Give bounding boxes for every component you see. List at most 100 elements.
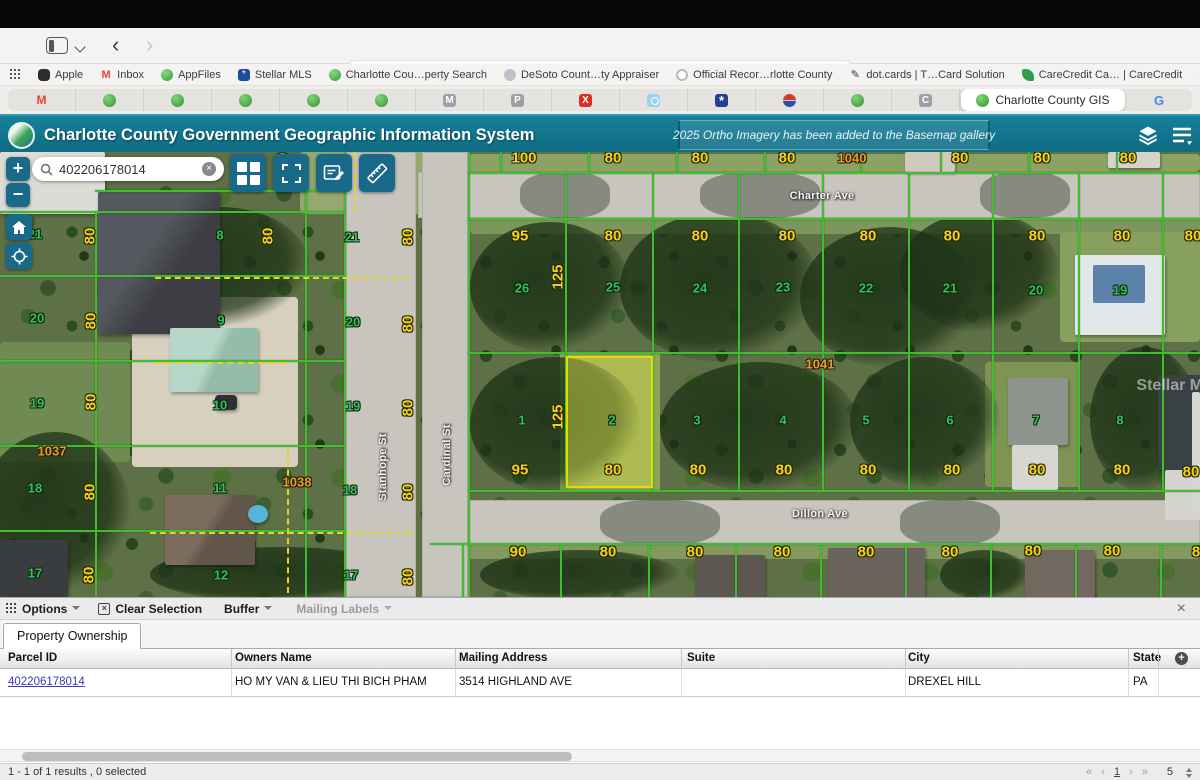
bookmark-inbox[interactable]: MInbox <box>100 69 144 81</box>
dimension-label: 80 <box>400 569 417 586</box>
forward-button[interactable]: › <box>146 31 153 59</box>
tab-favicon[interactable]: * <box>688 89 756 111</box>
bookmark-dotcards[interactable]: ✎dot.cards | T…Card Solution <box>849 69 1004 81</box>
street-label: Dillon Ave <box>792 508 848 520</box>
buffer-menu[interactable]: Buffer <box>224 602 272 616</box>
home-button[interactable] <box>6 214 32 240</box>
tab-google[interactable]: G <box>1126 89 1192 111</box>
favorites-grid-icon[interactable] <box>10 69 21 80</box>
table-row[interactable]: 402206178014 HO MY VAN & LIEU THI BICH P… <box>0 669 1200 697</box>
clear-search-icon[interactable]: × <box>202 162 216 176</box>
dimension-label: 80 <box>1104 543 1121 560</box>
bookmark-charlotte-property-search[interactable]: Charlotte Cou…perty Search <box>329 69 487 81</box>
tab-favicon[interactable]: M <box>416 89 484 111</box>
bookmark-appfiles[interactable]: AppFiles <box>161 69 221 81</box>
current-page[interactable]: 1 <box>1114 764 1120 780</box>
lot-number-label: 10 <box>213 398 227 413</box>
column-header-city[interactable]: City <box>908 649 930 669</box>
bookmark-stellar-mls[interactable]: *Stellar MLS <box>238 69 312 81</box>
dimension-label: 80 <box>1185 228 1200 245</box>
sidebar-icon[interactable] <box>46 37 68 54</box>
tab-favicon[interactable]: M <box>8 89 76 111</box>
tab-favicon[interactable] <box>212 89 280 111</box>
mailing-labels-menu[interactable]: Mailing Labels <box>296 602 392 616</box>
basemap-gallery-button[interactable] <box>230 154 266 192</box>
lot-number-label: 20 <box>1029 283 1043 298</box>
tab-favicon[interactable] <box>824 89 892 111</box>
column-header-owners-name[interactable]: Owners Name <box>235 649 312 669</box>
owners-name-cell: HO MY VAN & LIEU THI BICH PHAM <box>235 669 427 697</box>
zoom-out-button[interactable]: − <box>6 183 30 207</box>
first-page-button[interactable]: « <box>1086 764 1092 780</box>
search-icon <box>40 163 53 176</box>
options-menu[interactable]: Options <box>6 602 80 616</box>
parcel-search-input[interactable]: 402206178014 × <box>32 157 224 181</box>
tab-favicon[interactable] <box>76 89 144 111</box>
dimension-label: 80 <box>1025 543 1042 560</box>
lot-number-label: 1 <box>518 413 525 428</box>
menu-icon[interactable] <box>1170 123 1194 147</box>
pen-icon: ✎ <box>849 69 861 81</box>
page-size-value[interactable]: 5 <box>1167 764 1173 780</box>
lot-number-label: 18 <box>343 483 357 498</box>
zoom-in-button[interactable]: + <box>6 157 30 181</box>
clear-selection-button[interactable]: × Clear Selection <box>80 602 202 616</box>
street-label: Cardinal St <box>441 424 453 485</box>
map[interactable]: 100808080104080808080Charter Ave95808080… <box>0 152 1200 597</box>
block-number-label: 1038 <box>283 475 312 490</box>
tab-favicon[interactable]: C <box>892 89 960 111</box>
annotate-tool-button[interactable] <box>316 154 352 192</box>
add-column-icon[interactable]: + <box>1175 652 1188 665</box>
column-header-state[interactable]: State <box>1133 649 1161 669</box>
column-header-parcel-id[interactable]: Parcel ID <box>8 649 57 669</box>
tab-favicon[interactable] <box>280 89 348 111</box>
globe-icon <box>329 69 341 81</box>
dimension-label: 80 <box>687 544 704 561</box>
tab-favicon[interactable] <box>620 89 688 111</box>
chevron-down-icon[interactable] <box>74 41 85 52</box>
back-button[interactable]: ‹ <box>112 31 119 59</box>
gray-icon: C <box>919 94 932 107</box>
dimension-label: 8 <box>1192 544 1200 561</box>
dimension-label: 80 <box>776 462 793 479</box>
lot-number-label: 20 <box>30 311 44 326</box>
tab-favicon[interactable] <box>144 89 212 111</box>
marquee-select-icon <box>282 164 301 183</box>
prev-page-button[interactable]: ‹ <box>1101 764 1105 780</box>
gmail-icon: M <box>35 94 48 107</box>
tab-favicon[interactable]: P <box>484 89 552 111</box>
horizontal-scrollbar[interactable] <box>0 749 1200 762</box>
next-page-button[interactable]: › <box>1129 764 1133 780</box>
parcel-id-link[interactable]: 402206178014 <box>8 669 85 697</box>
dimension-label: 80 <box>260 228 277 245</box>
panel-tabs: Property Ownership <box>0 620 1200 649</box>
dimension-label: 80 <box>605 152 622 167</box>
bookmark-carecredit[interactable]: CareCredit Ca… | CareCredit <box>1022 69 1182 81</box>
bookmark-desoto-appraiser[interactable]: DeSoto Count…ty Appraiser <box>504 69 659 81</box>
pagination: « ‹ 1 › » 5 <box>1086 764 1192 780</box>
dimension-label: 80 <box>400 484 417 501</box>
notes-pencil-icon <box>323 163 345 183</box>
gray-icon: M <box>443 94 456 107</box>
page-size-spinner[interactable] <box>1186 768 1192 778</box>
measure-tool-button[interactable] <box>359 154 395 192</box>
tab-favicon[interactable]: X <box>552 89 620 111</box>
locate-button[interactable] <box>6 243 32 269</box>
tab-property-ownership[interactable]: Property Ownership <box>3 623 141 649</box>
dimension-label: 80 <box>83 394 100 411</box>
scrollbar-thumb[interactable] <box>22 752 572 761</box>
bookmark-apple[interactable]: Apple <box>38 69 83 81</box>
tab-favicon[interactable] <box>756 89 824 111</box>
column-header-mailing-address[interactable]: Mailing Address <box>459 649 547 669</box>
close-panel-icon[interactable]: × <box>1177 600 1194 618</box>
layers-icon[interactable] <box>1136 123 1160 147</box>
select-tool-button[interactable] <box>273 154 309 192</box>
globe-icon <box>375 94 388 107</box>
tab-favicon[interactable] <box>348 89 416 111</box>
dimension-label: 80 <box>600 544 617 561</box>
column-header-suite[interactable]: Suite <box>687 649 715 669</box>
tab-charlotte-county-gis[interactable]: Charlotte County GIS <box>961 89 1125 111</box>
last-page-button[interactable]: » <box>1142 764 1148 780</box>
dimension-label: 80 <box>400 400 417 417</box>
bookmark-official-records[interactable]: Official Recor…rlotte County <box>676 69 832 81</box>
